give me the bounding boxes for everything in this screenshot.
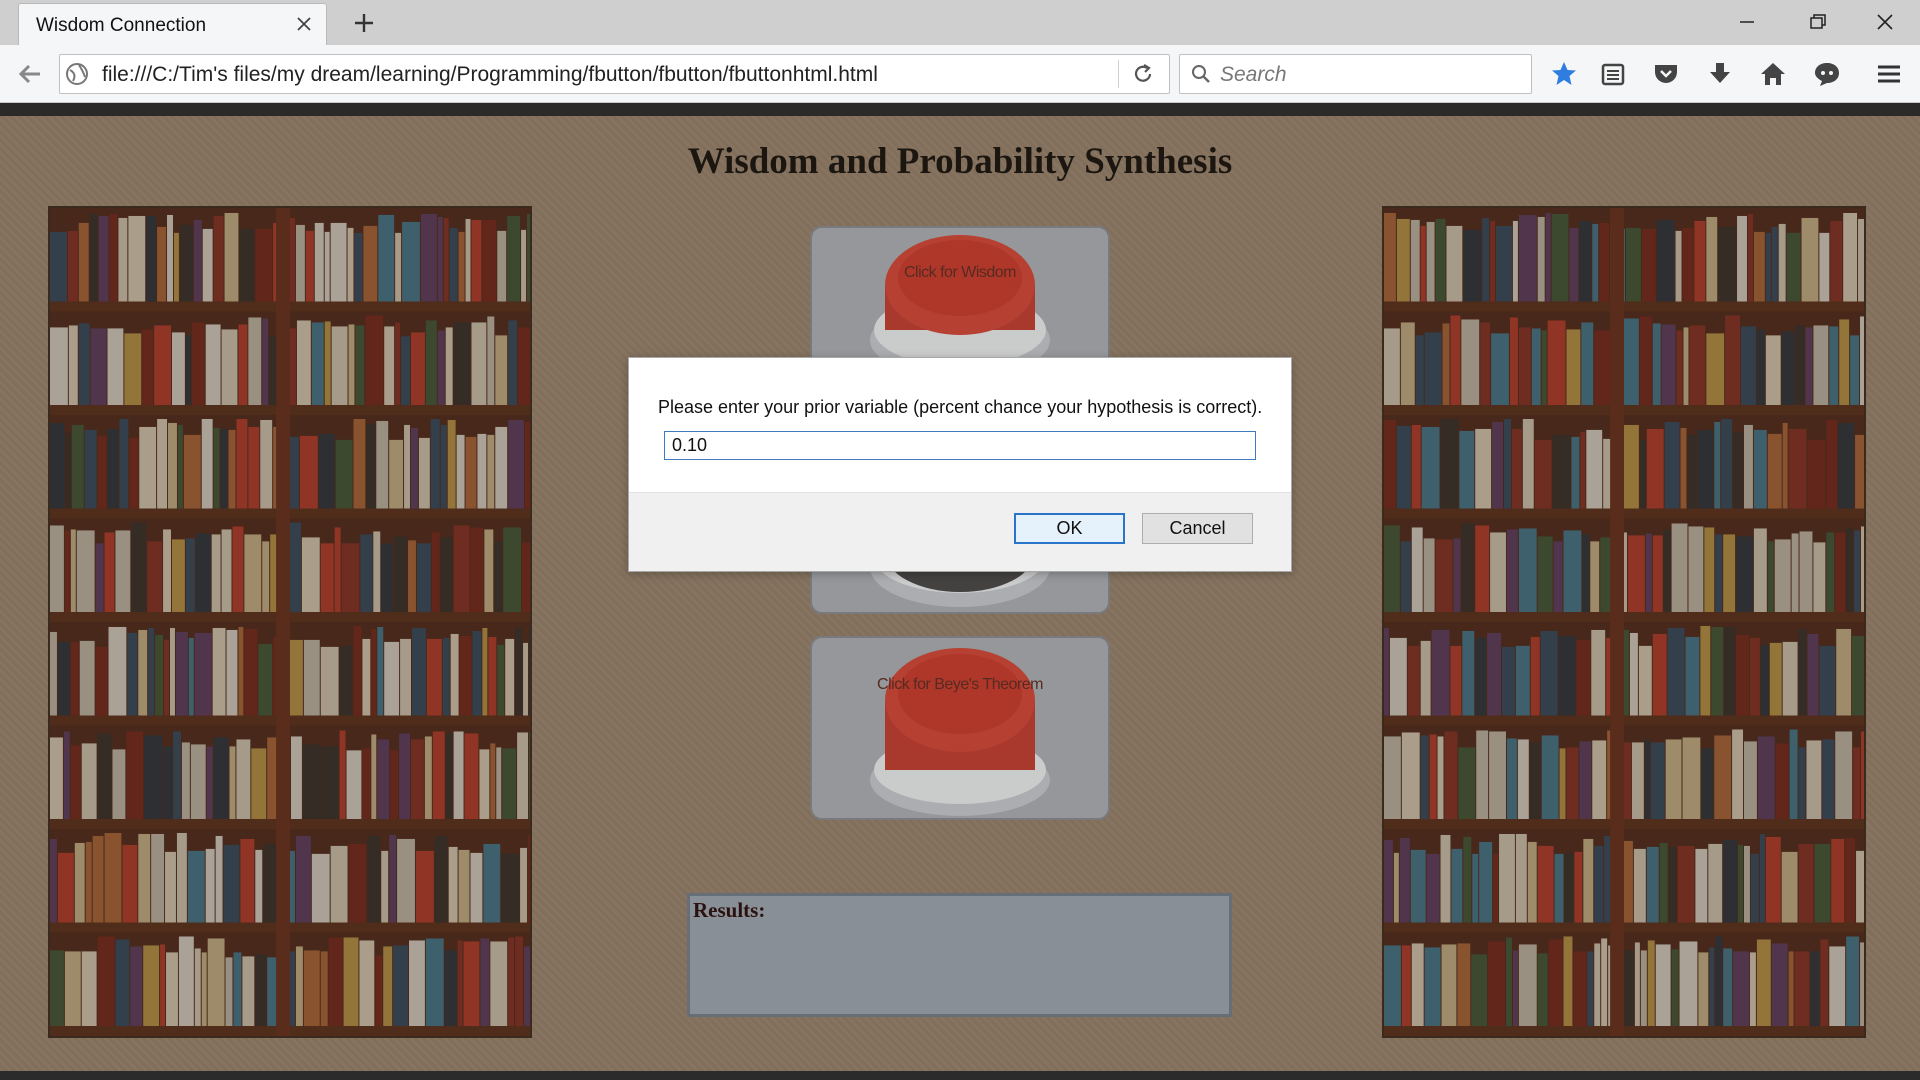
reload-icon[interactable] bbox=[1130, 61, 1156, 87]
pocket-icon[interactable] bbox=[1651, 59, 1681, 89]
search-placeholder: Search bbox=[1220, 63, 1287, 86]
prior-variable-input[interactable] bbox=[664, 431, 1256, 460]
prompt-dialog: Please enter your prior variable (percen… bbox=[628, 357, 1292, 572]
url-separator bbox=[1118, 60, 1119, 88]
search-icon bbox=[1192, 65, 1210, 83]
new-tab-icon[interactable] bbox=[350, 9, 378, 37]
cancel-button[interactable]: Cancel bbox=[1142, 513, 1253, 544]
minimize-icon[interactable] bbox=[1722, 6, 1772, 38]
modal-overlay bbox=[0, 103, 1920, 1071]
tab-bar: Wisdom Connection bbox=[0, 0, 1920, 45]
site-info-icon[interactable] bbox=[64, 61, 90, 87]
download-icon[interactable] bbox=[1705, 59, 1735, 89]
menu-icon[interactable] bbox=[1874, 59, 1904, 89]
taskbar-strip bbox=[0, 1071, 1920, 1080]
dialog-footer: OK Cancel bbox=[629, 492, 1291, 571]
home-icon[interactable] bbox=[1758, 59, 1788, 89]
close-window-icon[interactable] bbox=[1860, 6, 1910, 38]
url-text: file:///C:/Tim's files/my dream/learning… bbox=[102, 63, 878, 86]
bookmarks-library-icon[interactable] bbox=[1598, 59, 1628, 89]
bookmark-star-icon[interactable] bbox=[1549, 59, 1579, 89]
close-tab-icon[interactable] bbox=[294, 14, 314, 34]
browser-tab[interactable]: Wisdom Connection bbox=[18, 3, 327, 45]
navigation-bar: file:///C:/Tim's files/my dream/learning… bbox=[0, 45, 1920, 103]
url-bar[interactable]: file:///C:/Tim's files/my dream/learning… bbox=[59, 54, 1170, 94]
tab-title: Wisdom Connection bbox=[36, 15, 207, 36]
restore-icon[interactable] bbox=[1792, 6, 1842, 38]
ok-button[interactable]: OK bbox=[1014, 513, 1125, 544]
chat-icon[interactable] bbox=[1812, 59, 1842, 89]
search-bar[interactable]: Search bbox=[1179, 54, 1532, 94]
back-icon[interactable] bbox=[14, 58, 46, 90]
dialog-message: Please enter your prior variable (percen… bbox=[658, 397, 1263, 417]
